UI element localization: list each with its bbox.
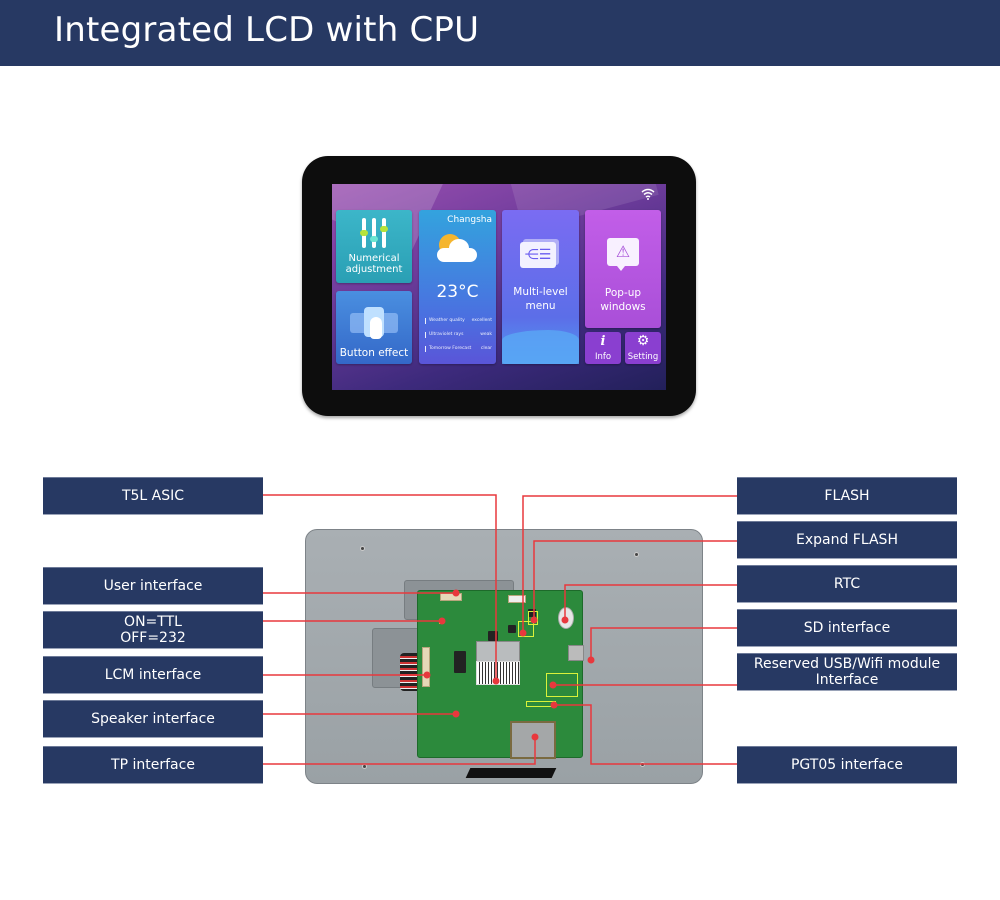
tile-multi-level-menu[interactable]: ⋲☰ Multi-level menu — [502, 210, 579, 364]
tile-weather[interactable]: Changsha 23°C Weather quality excellent U… — [419, 210, 496, 364]
rtc-battery — [558, 607, 574, 629]
weather-row-value: clear — [480, 346, 492, 351]
lcm-connector — [422, 647, 430, 687]
sd-slot — [568, 645, 584, 661]
page-title: Integrated LCD with CPU — [54, 10, 480, 50]
weather-city: Changsha — [447, 215, 492, 225]
tp-fpc-connector — [510, 721, 556, 759]
wave-decoration — [502, 330, 579, 364]
menu-list-icon: ⋲☰ — [520, 242, 556, 268]
callout-text: Expand FLASH — [796, 532, 898, 548]
highlight-box — [526, 701, 556, 707]
screw — [634, 552, 639, 557]
wifi-icon — [640, 188, 656, 202]
tile-button-effect[interactable]: Button effect — [336, 291, 412, 364]
highlight-box — [518, 621, 534, 637]
tile-label: Setting — [627, 352, 659, 362]
header-banner: Integrated LCD with CPU — [0, 0, 1000, 66]
gear-icon: ⚙ — [636, 333, 650, 349]
pcb-board — [417, 590, 584, 759]
weather-temperature: 23°C — [436, 282, 479, 302]
callout-text: T5L ASIC — [121, 488, 185, 504]
rtc-battery-connector — [508, 595, 526, 603]
component — [508, 625, 516, 633]
callout-t5l-asic: T5L ASIC — [43, 477, 263, 515]
tile-label: Pop-up windows — [600, 287, 646, 313]
tile-label: Multi-level menu — [513, 286, 568, 312]
callout-pgt05-interface: PGT05 interface — [737, 746, 957, 784]
sliders-icon — [360, 218, 388, 248]
weather-row-name: Tomorrow Forecast — [429, 346, 472, 351]
screw — [640, 762, 645, 767]
callout-text: Reserved USB/Wifi module Interface — [753, 656, 941, 688]
tile-setting[interactable]: ⚙ Setting — [625, 332, 661, 364]
hand-pointer-icon — [350, 305, 398, 339]
partly-cloudy-icon — [435, 232, 479, 264]
callout-flash: FLASH — [737, 477, 957, 515]
weather-row-value: weak — [480, 332, 492, 337]
weather-row-name: Ultraviolet rays — [429, 332, 464, 337]
user-interface-connector — [440, 593, 462, 601]
weather-row: Weather quality excellent — [425, 318, 492, 324]
callout-rtc: RTC — [737, 565, 957, 603]
callout-text: LCM interface — [104, 667, 202, 683]
tile-label: Info — [594, 352, 612, 362]
callout-speaker-interface: Speaker interface — [43, 700, 263, 738]
component — [488, 631, 498, 641]
tile-info[interactable]: i Info — [585, 332, 621, 364]
weather-row-value: excellent — [471, 318, 492, 323]
callout-text: SD interface — [803, 620, 891, 636]
tp-ribbon-cable — [465, 768, 557, 778]
callout-tp-interface: TP interface — [43, 746, 263, 784]
callout-text: FLASH — [824, 488, 870, 504]
component — [454, 651, 466, 673]
callout-sd-interface: SD interface — [737, 609, 957, 647]
callout-lcm-interface: LCM interface — [43, 656, 263, 694]
warning-icon: ⚠ — [607, 238, 639, 271]
lcd-front-view: Numerical adjustment Button effect Chang… — [302, 156, 696, 416]
tile-popup-windows[interactable]: ⚠ Pop-up windows — [585, 210, 661, 328]
callout-usb-wifi: Reserved USB/Wifi module Interface — [737, 653, 957, 691]
callout-text: User interface — [103, 578, 203, 594]
barcode-sticker — [476, 661, 520, 685]
highlight-box — [546, 673, 578, 697]
callout-user-interface: User interface — [43, 567, 263, 605]
tile-label: Button effect — [339, 347, 409, 359]
screw — [362, 764, 367, 769]
weather-row: Ultraviolet rays weak — [425, 332, 492, 338]
callout-text: Speaker interface — [91, 711, 215, 727]
lcd-screen: Numerical adjustment Button effect Chang… — [332, 184, 666, 390]
highlight-box — [439, 619, 444, 624]
callout-text: ON=TTL OFF=232 — [120, 614, 186, 646]
callout-text: PGT05 interface — [790, 757, 904, 773]
tile-numerical-adjustment[interactable]: Numerical adjustment — [336, 210, 412, 283]
tile-label: Numerical adjustment — [345, 253, 403, 275]
weather-row: Tomorrow Forecast clear — [425, 346, 492, 352]
screw — [360, 546, 365, 551]
info-icon: i — [600, 334, 606, 349]
weather-row-name: Weather quality — [429, 318, 465, 323]
callout-on-off-switch: ON=TTL OFF=232 — [43, 611, 263, 649]
callout-text: TP interface — [111, 757, 195, 773]
callout-expand-flash: Expand FLASH — [737, 521, 957, 559]
callout-text: RTC — [833, 576, 861, 592]
